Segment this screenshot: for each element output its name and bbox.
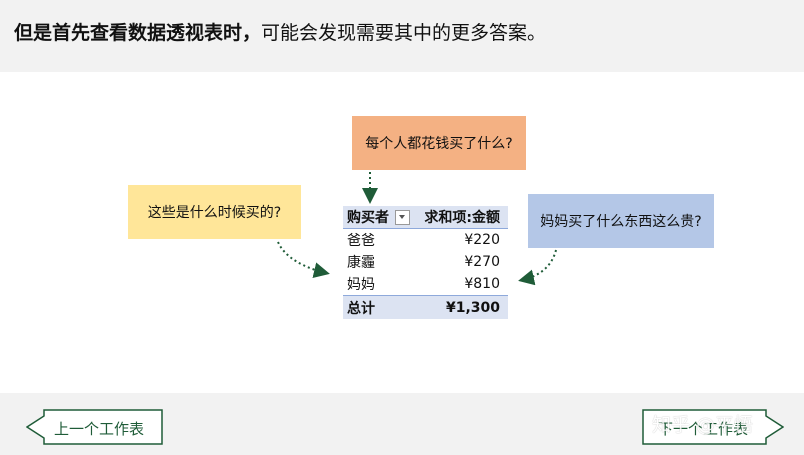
total-amount: ¥1,300	[445, 299, 500, 316]
total-label: 总计	[347, 300, 375, 317]
row-amount: ¥220	[464, 232, 500, 248]
pivot-table: 购买者 求和项:金额 爸爸 ¥220 康霾 ¥270 妈妈 ¥810 总计 ¥1…	[343, 206, 508, 319]
pivot-col-sum: 求和项:金额	[424, 210, 500, 226]
watermark: 知乎 @平悟	[652, 414, 754, 436]
arrow-left	[277, 241, 330, 278]
arrow-right	[518, 249, 557, 286]
pivot-col-buyer: 购买者	[347, 210, 389, 226]
row-name: 爸爸	[347, 233, 375, 249]
row-amount: ¥270	[464, 254, 500, 270]
filter-dropdown-icon[interactable]	[395, 209, 410, 225]
row-name: 康霾	[347, 255, 375, 271]
pivot-total-row: 总计 ¥1,300	[343, 295, 508, 319]
table-row: 妈妈 ¥810	[343, 273, 508, 295]
row-name: 妈妈	[347, 277, 375, 293]
row-amount: ¥810	[464, 276, 500, 292]
prev-sheet-label: 上一个工作表	[54, 420, 145, 438]
pivot-header-row: 购买者 求和项:金额	[343, 206, 508, 229]
table-row: 康霾 ¥270	[343, 251, 508, 273]
table-row: 爸爸 ¥220	[343, 229, 508, 251]
prev-sheet-button[interactable]: 上一个工作表	[26, 409, 164, 445]
